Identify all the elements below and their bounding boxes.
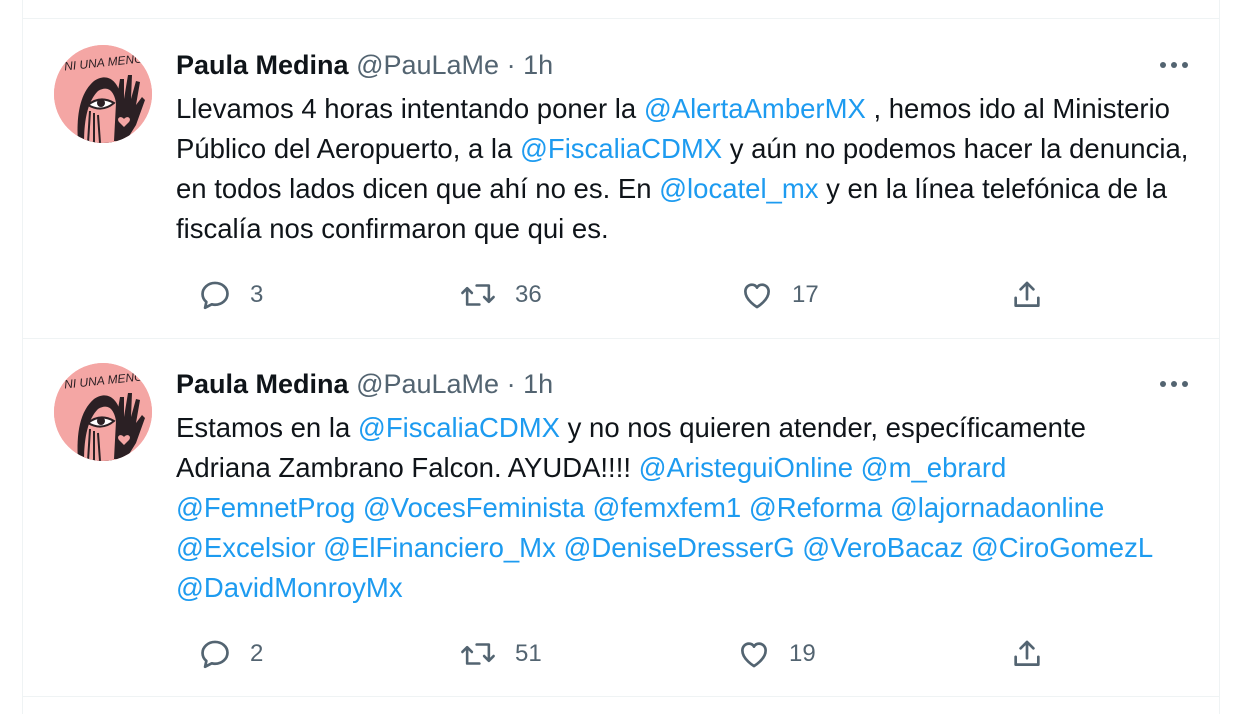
tweet-text-segment bbox=[853, 452, 861, 483]
mention-link[interactable]: @FemnetProg bbox=[176, 492, 355, 523]
author-handle[interactable]: @PauLaMe bbox=[356, 50, 499, 80]
mention-link[interactable]: @Excelsior bbox=[176, 532, 315, 563]
tweet-text-segment bbox=[585, 492, 593, 523]
tweet-text-segment bbox=[355, 492, 363, 523]
tweet-actions: 3 36 17 bbox=[176, 275, 1076, 315]
like-button[interactable]: 17 bbox=[740, 275, 819, 315]
tweet-text: Llevamos 4 horas intentando poner la @Al… bbox=[176, 89, 1196, 249]
more-horizontal-icon bbox=[1160, 381, 1188, 387]
author-handle[interactable]: @PauLaMe bbox=[356, 369, 499, 399]
separator-dot: · bbox=[506, 50, 516, 80]
avatar[interactable]: NI UNA MENOS bbox=[54, 45, 152, 143]
author-name[interactable]: Paula Medina bbox=[176, 50, 349, 80]
mention-link[interactable]: @lajornadaonline bbox=[890, 492, 1104, 523]
reply-button[interactable]: 3 bbox=[198, 275, 263, 315]
heart-icon bbox=[744, 283, 770, 309]
like-count: 17 bbox=[792, 281, 819, 308]
share-button[interactable] bbox=[1010, 275, 1044, 315]
tweet[interactable]: NI UNA MENOS Paula Medina @PauLaMe · 1h … bbox=[22, 19, 1220, 338]
mention-link[interactable]: @ElFinanciero_Mx bbox=[323, 532, 556, 563]
tweet-actions: 2 51 19 bbox=[176, 634, 1076, 674]
tweet-text-segment bbox=[963, 532, 971, 563]
tweet-text-segment bbox=[315, 532, 323, 563]
mention-link[interactable]: @AristeguiOnline bbox=[639, 452, 853, 483]
retweet-count: 51 bbox=[515, 640, 542, 667]
mention-link[interactable]: @Reforma bbox=[749, 492, 882, 523]
mention-link[interactable]: @FiscaliaCDMX bbox=[520, 133, 722, 164]
retweet-button[interactable]: 36 bbox=[459, 275, 542, 315]
mention-link[interactable]: @CiroGomezL bbox=[971, 532, 1152, 563]
like-count: 19 bbox=[789, 640, 816, 667]
like-button[interactable]: 19 bbox=[737, 634, 816, 674]
tweet-text-segment: Estamos en la bbox=[176, 412, 358, 443]
reply-button[interactable]: 2 bbox=[198, 634, 263, 674]
tweet-text-segment: Llevamos 4 horas intentando poner la bbox=[176, 93, 644, 124]
share-icon bbox=[1014, 281, 1040, 307]
more-options-button[interactable] bbox=[1154, 49, 1194, 81]
mention-link[interactable]: @DavidMonroyMx bbox=[176, 572, 403, 603]
retweet-count: 36 bbox=[515, 281, 542, 308]
tweet-text: Estamos en la @FiscaliaCDMX y no nos qui… bbox=[176, 408, 1176, 608]
timestamp[interactable]: 1h bbox=[523, 369, 553, 399]
author-name[interactable]: Paula Medina bbox=[176, 369, 349, 399]
divider bbox=[22, 696, 1220, 697]
reply-icon bbox=[201, 640, 229, 669]
avatar[interactable]: NI UNA MENOS bbox=[54, 363, 152, 461]
tweet-text-segment bbox=[741, 492, 749, 523]
timestamp[interactable]: 1h bbox=[523, 50, 553, 80]
more-options-button[interactable] bbox=[1154, 368, 1194, 400]
mention-link[interactable]: @FiscaliaCDMX bbox=[358, 412, 560, 443]
mention-link[interactable]: @VeroBacaz bbox=[802, 532, 963, 563]
reply-count: 2 bbox=[250, 640, 264, 667]
reply-count: 3 bbox=[250, 281, 264, 308]
mention-link[interactable]: @m_ebrard bbox=[861, 452, 1007, 483]
separator-dot: · bbox=[506, 369, 516, 399]
mention-link[interactable]: @femxfem1 bbox=[593, 492, 742, 523]
heart-icon bbox=[741, 642, 767, 668]
mention-link[interactable]: @VocesFeminista bbox=[363, 492, 585, 523]
retweet-icon bbox=[461, 284, 495, 306]
retweet-button[interactable]: 51 bbox=[459, 634, 542, 674]
share-icon bbox=[1014, 640, 1040, 666]
tweet-header: Paula Medina @PauLaMe · 1h bbox=[176, 49, 553, 81]
retweet-icon bbox=[461, 643, 495, 665]
tweet-header: Paula Medina @PauLaMe · 1h bbox=[176, 368, 553, 400]
mention-link[interactable]: @locatel_mx bbox=[659, 173, 818, 204]
tweet[interactable]: NI UNA MENOS Paula Medina @PauLaMe · 1h … bbox=[22, 339, 1220, 697]
reply-icon bbox=[201, 281, 229, 310]
tweet-text-segment bbox=[882, 492, 890, 523]
share-button[interactable] bbox=[1010, 634, 1044, 674]
mention-link[interactable]: @DeniseDresserG bbox=[563, 532, 794, 563]
mention-link[interactable]: @AlertaAmberMX bbox=[644, 93, 866, 124]
more-horizontal-icon bbox=[1160, 62, 1188, 68]
